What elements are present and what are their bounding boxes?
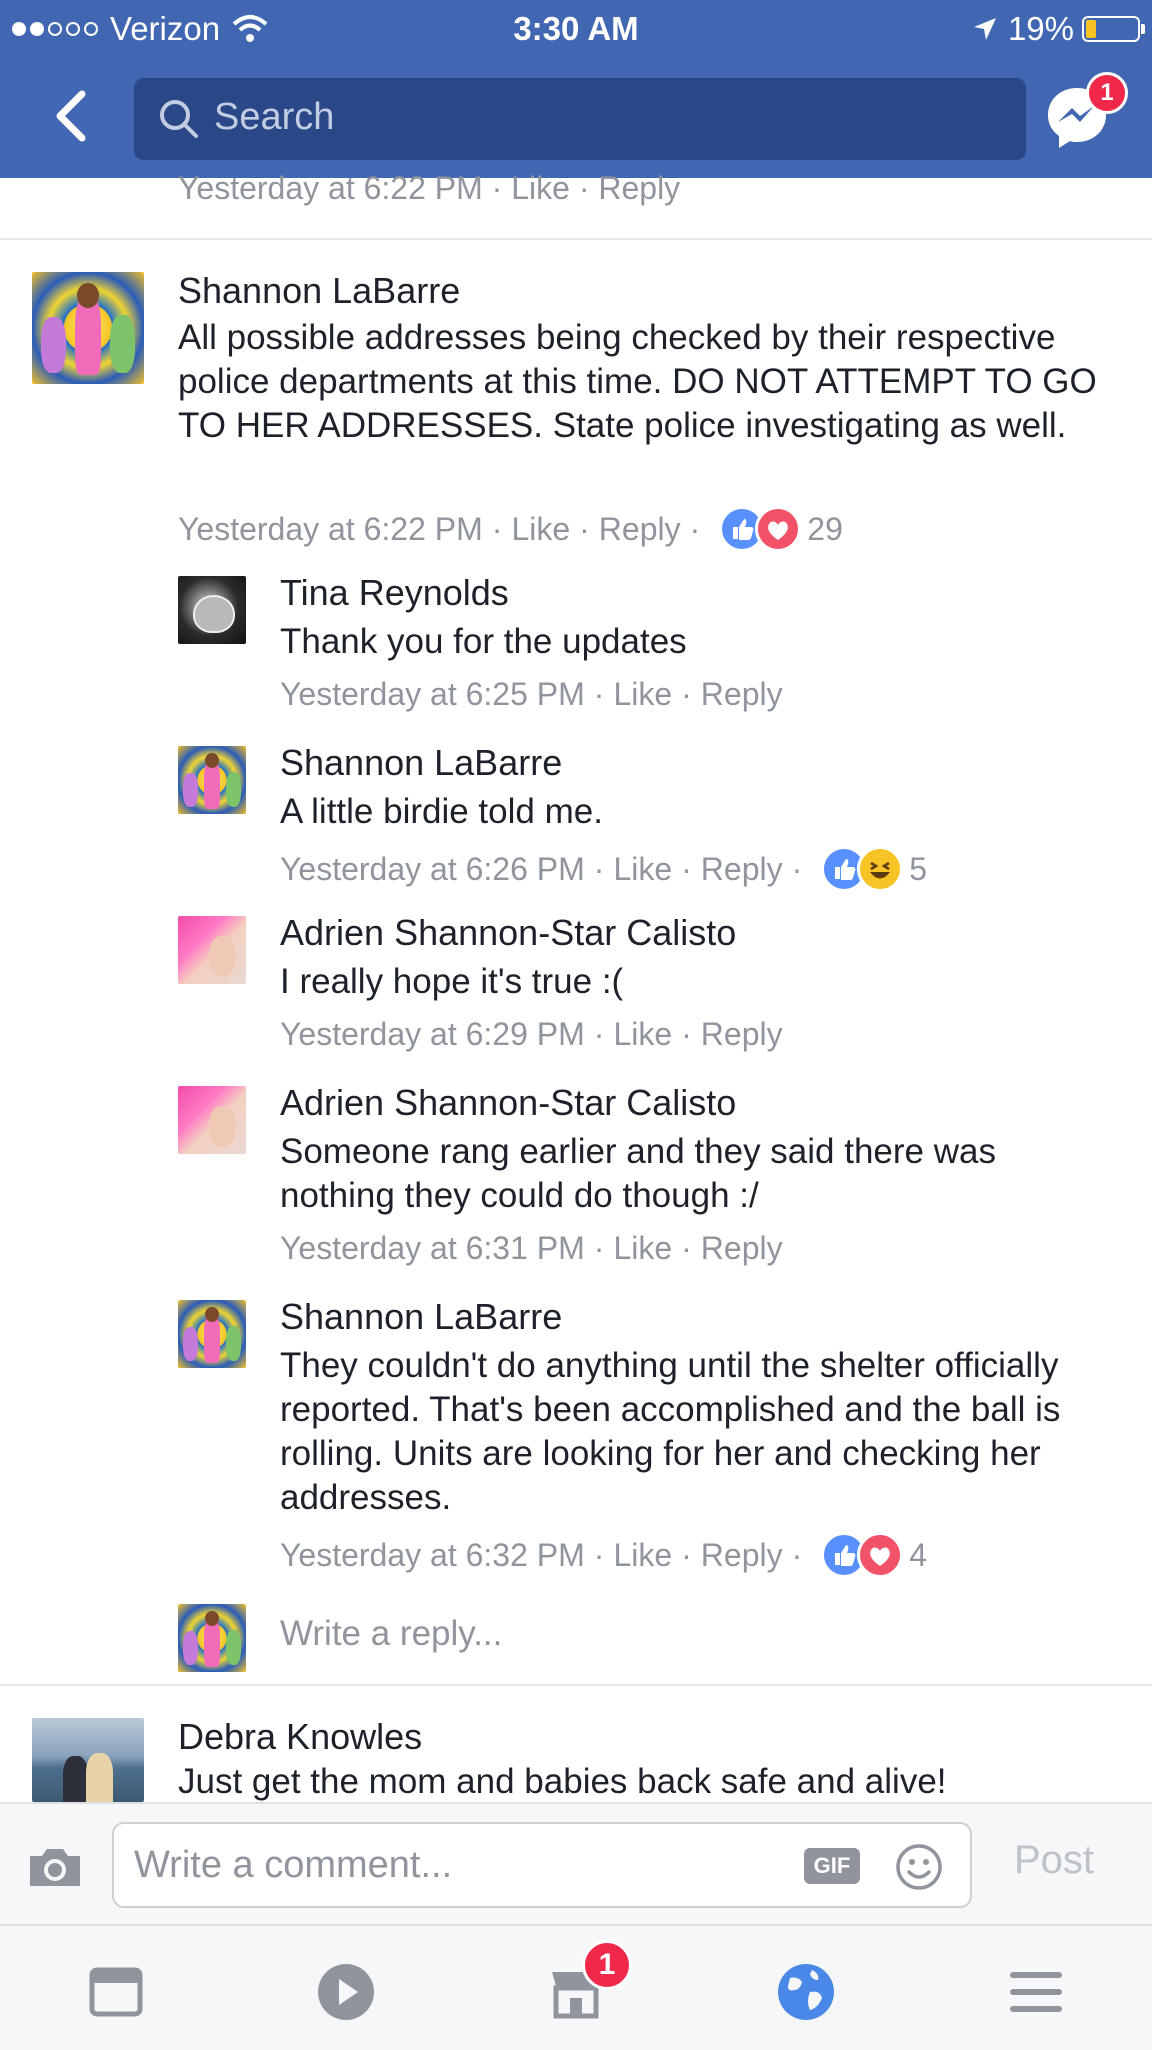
commenter-name[interactable]: Adrien Shannon-Star Calisto <box>280 912 736 954</box>
search-icon <box>160 100 198 138</box>
reaction-count: 5 <box>909 850 928 887</box>
comment-meta: Yesterday at 6:31 PM · Like · Reply <box>280 1230 783 1267</box>
commenter-name[interactable]: Shannon LaBarre <box>280 1296 562 1338</box>
comment-meta: Yesterday at 6:29 PM · Like · Reply <box>280 1016 783 1053</box>
menu-hamburger-icon[interactable] <box>1006 1962 1066 2022</box>
avatar[interactable] <box>178 1300 246 1368</box>
reply-link[interactable]: Reply <box>701 851 783 888</box>
messenger-badge: 1 <box>1086 72 1128 114</box>
avatar[interactable] <box>32 1718 144 1802</box>
video-play-icon[interactable] <box>316 1962 376 2022</box>
status-right: 19% <box>972 10 1145 48</box>
comment-time[interactable]: Yesterday at 6:26 PM <box>280 851 585 888</box>
avatar[interactable] <box>32 272 144 384</box>
comment-text: I really hope it's true :( <box>280 962 624 1001</box>
reactions[interactable]: 5 <box>821 846 927 892</box>
like-link[interactable]: Like <box>613 676 672 713</box>
reactions[interactable]: 29 <box>719 506 843 552</box>
comment-text: Just get the mom and babies back safe an… <box>178 1762 947 1801</box>
status-bar: Verizon 3:30 AM 19% <box>0 0 1152 58</box>
comment-meta: Yesterday at 6:25 PM · Like · Reply <box>280 676 783 713</box>
comment-meta: Yesterday at 6:32 PM · Like · Reply · 4 <box>280 1532 927 1578</box>
reply-link[interactable]: Reply <box>701 676 783 713</box>
avatar[interactable] <box>178 576 246 644</box>
battery-icon <box>1082 16 1145 42</box>
like-link[interactable]: Like <box>613 1230 672 1267</box>
previous-comment-meta: Yesterday at 6:22 PM · Like · Reply <box>178 170 681 206</box>
love-reaction-icon <box>755 506 802 552</box>
search-placeholder: Search <box>214 96 335 138</box>
write-reply-input[interactable]: Write a reply... <box>280 1614 502 1654</box>
messenger-button[interactable]: 1 <box>1042 72 1128 152</box>
comment-text: Thank you for the updates <box>280 622 687 661</box>
comment-input[interactable]: Write a comment... GIF <box>112 1822 972 1908</box>
nav-bar: Search 1 <box>0 72 1152 162</box>
back-arrow-icon[interactable] <box>44 86 104 146</box>
comment-time[interactable]: Yesterday at 6:29 PM <box>280 1016 585 1053</box>
divider <box>0 238 1152 240</box>
love-reaction-icon <box>857 1532 904 1578</box>
comment-text: Someone rang earlier and they said there… <box>280 1132 996 1215</box>
comment-meta: Yesterday at 6:22 PM · Like · Reply · 29 <box>178 506 843 552</box>
reply-link[interactable]: Reply <box>701 1537 783 1574</box>
gif-button[interactable]: GIF <box>804 1848 860 1884</box>
commenter-name[interactable]: Debra Knowles <box>178 1716 422 1758</box>
comment-time[interactable]: Yesterday at 6:25 PM <box>280 676 585 713</box>
avatar[interactable] <box>178 916 246 984</box>
like-link[interactable]: Like <box>511 511 570 548</box>
reaction-count: 29 <box>807 510 843 547</box>
reaction-count: 4 <box>909 1536 928 1573</box>
like-link[interactable]: Like <box>613 1016 672 1053</box>
comment-composer: Write a comment... GIF Post <box>0 1802 1152 1924</box>
commenter-name[interactable]: Shannon LaBarre <box>280 742 562 784</box>
like-link[interactable]: Like <box>613 851 672 888</box>
comment-meta: Yesterday at 6:26 PM · Like · Reply · 5 <box>280 846 927 892</box>
top-header: Verizon 3:30 AM 19% Search 1 <box>0 0 1152 178</box>
comment-time[interactable]: Yesterday at 6:22 PM <box>178 511 483 548</box>
sticker-smiley-icon[interactable] <box>894 1842 944 1892</box>
avatar[interactable] <box>178 746 246 814</box>
comment-time[interactable]: Yesterday at 6:31 PM <box>280 1230 585 1267</box>
reactions[interactable]: 4 <box>821 1532 927 1578</box>
comment-placeholder: Write a comment... <box>134 1844 453 1886</box>
news-feed-icon[interactable] <box>86 1962 146 2022</box>
battery-percent: 19% <box>1007 10 1074 47</box>
avatar[interactable] <box>178 1086 246 1154</box>
haha-reaction-icon <box>857 846 904 892</box>
comment-time[interactable]: Yesterday at 6:32 PM <box>280 1537 585 1574</box>
comment-text: All possible addresses being checked by … <box>178 318 1097 445</box>
globe-notifications-icon[interactable] <box>776 1962 836 2022</box>
divider <box>0 1684 1152 1686</box>
marketplace-badge: 1 <box>582 1940 632 1990</box>
comment-text: A little birdie told me. <box>280 792 603 831</box>
reply-link[interactable]: Reply <box>599 511 681 548</box>
bottom-tab-bar: 1 <box>0 1924 1152 2050</box>
marketplace-tab[interactable]: 1 <box>546 1940 632 2022</box>
comment-text: They couldn't do anything until the shel… <box>280 1346 1061 1517</box>
commenter-name[interactable]: Shannon LaBarre <box>178 270 460 312</box>
post-button[interactable]: Post <box>1014 1838 1094 1883</box>
camera-icon[interactable] <box>26 1844 84 1890</box>
like-link[interactable]: Like <box>613 1537 672 1574</box>
reply-link[interactable]: Reply <box>701 1230 783 1267</box>
location-arrow-icon <box>973 18 996 40</box>
commenter-name[interactable]: Adrien Shannon-Star Calisto <box>280 1082 736 1124</box>
commenter-name[interactable]: Tina Reynolds <box>280 572 509 614</box>
my-avatar <box>178 1604 246 1672</box>
search-input[interactable]: Search <box>134 78 1026 160</box>
reply-link[interactable]: Reply <box>701 1016 783 1053</box>
